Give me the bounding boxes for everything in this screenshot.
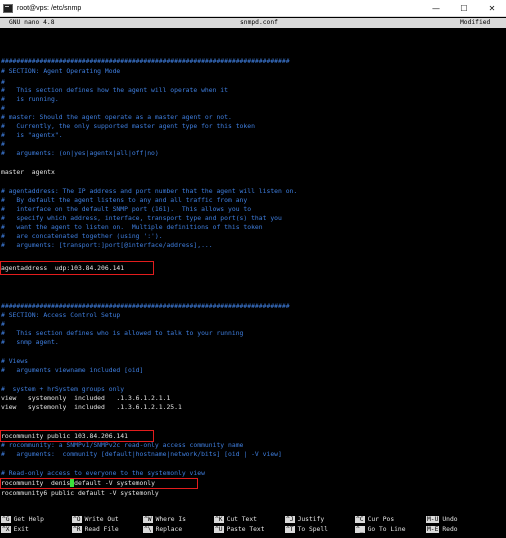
text-line: # Views [1,357,28,365]
text-line: # [1,104,5,112]
shortcut-go-to-line[interactable]: ^_ Go To Line [355,525,406,535]
text-line: # SECTION: Agent Operating Mode [1,67,121,75]
text-line: # arguments: (on|yes|agentx|all|off|no) [1,149,159,157]
editor-area[interactable]: ########################################… [0,27,506,511]
highlight-box-rocommunity-denis [0,478,198,489]
text-line: # want the agent to listen on. Multiple … [1,223,263,231]
title-bar[interactable]: root@vps: /etc/snmp — ☐ ✕ [0,0,506,17]
text-line: # SECTION: Access Control Setup [1,311,121,319]
text-line: ########################################… [1,57,290,65]
text-line: # Currently, the only supported master a… [1,122,255,130]
text-line: # master: Should the agent operate as a … [1,113,232,121]
text-line: # agentaddress: The IP address and port … [1,187,298,195]
text-line: view systemonly included .1.3.6.1.2.1.25… [1,403,182,411]
text-line: # interface on the default SNMP port (16… [1,205,252,213]
text-line: # snmp agent. [1,338,59,346]
shortcut-where-is[interactable]: ^W Where Is [143,515,186,525]
text-line: # [1,140,5,148]
shortcut-undo[interactable]: M-U Undo [426,515,458,525]
text-line: # arguments viewname included [oid] [1,366,144,374]
shortcut-cut-text[interactable]: ^K Cut Text [214,515,257,525]
text-line: # are concatenated together (using ':'). [1,232,163,240]
text-line: # Read-only access to everyone to the sy… [1,469,205,477]
text-line: # This section defines how the agent wil… [1,86,229,94]
text-line: rocommunity6 public default -V systemonl… [1,489,159,497]
shortcut-read-file[interactable]: ^R Read File [72,525,119,535]
maximize-icon[interactable]: ☐ [450,0,478,16]
window-title: root@vps: /etc/snmp [17,4,82,12]
text-line: # [1,78,5,86]
minimize-icon[interactable]: — [422,0,450,16]
text-line: # system + hrSystem groups only [1,385,125,393]
shortcut-replace[interactable]: ^\ Replace [143,525,182,535]
text-line: # arguments: community [default|hostname… [1,450,282,458]
shortcut-justify[interactable]: ^J Justify [285,515,324,525]
text-line: # [1,320,5,328]
shortcut-write-out[interactable]: ^O Write Out [72,515,119,525]
text-line: # By default the agent listens to any an… [1,196,248,204]
text-line: # is running. [1,95,59,103]
terminal-window: root@vps: /etc/snmp — ☐ ✕ GNU nano 4.8 s… [0,0,506,538]
text-line: view systemonly included .1.3.6.1.2.1.1 [1,394,171,402]
highlight-box-agentaddress [0,261,154,275]
text-line: ########################################… [1,302,290,310]
terminal-icon [3,3,13,13]
text-line: master agentx [1,168,55,176]
text-line: # specify which address, interface, tran… [1,214,282,222]
shortcut-redo[interactable]: M-E Redo [426,525,458,535]
text-line: # arguments: [transport:]port[@interface… [1,241,213,249]
close-icon[interactable]: ✕ [478,0,506,16]
shortcut-to-spell[interactable]: ^T To Spell [285,525,328,535]
text-line: # This section defines who is allowed to… [1,329,244,337]
shortcut-bar: ^G Get Help ^O Write Out ^W Where Is ^K Cut … [0,515,506,537]
shortcut-cur-pos[interactable]: ^C Cur Pos [355,515,394,525]
shortcut-get-help[interactable]: ^G Get Help [1,515,44,525]
shortcut-paste-text[interactable]: ^U Paste Text [214,525,265,535]
shortcut-exit[interactable]: ^X Exit [1,525,29,535]
text-line: # is "agentx". [1,131,63,139]
text-line: # rocommunity: a SNMPv1/SNMPv2c read-onl… [1,441,244,449]
